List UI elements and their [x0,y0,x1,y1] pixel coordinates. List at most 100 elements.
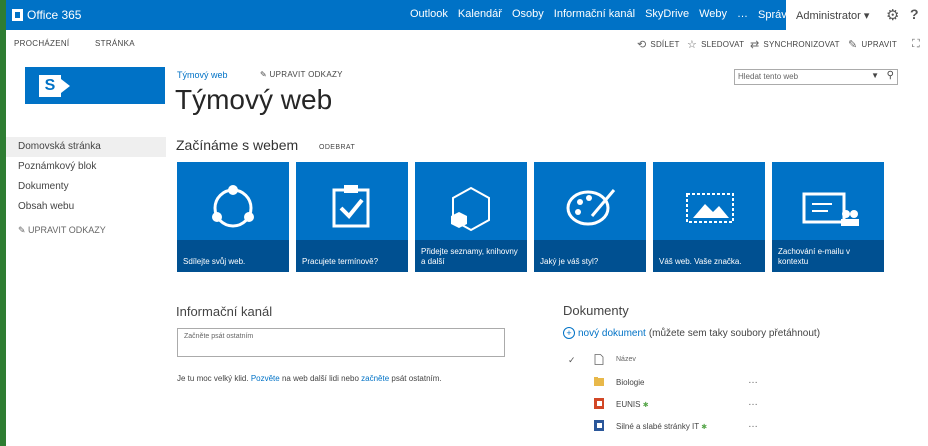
more-options-icon[interactable]: … [748,397,759,408]
tile-style[interactable]: Jaký je váš styl? [534,162,646,272]
leftnav-edit-links[interactable]: ✎ UPRAVIT ODKAZY [6,225,166,236]
tile-email-caption: Zachování e-mailu v kontextu [778,247,851,266]
site-logo[interactable]: S [25,67,165,104]
new-document-link[interactable]: nový dokument [578,328,646,339]
leftnav-item-documents[interactable]: Dokumenty [6,177,166,197]
edit-button[interactable]: ✎ UPRAVIT [848,38,897,51]
suite-nav-more[interactable]: … [737,8,748,21]
chevron-down-icon[interactable]: ▼ [871,71,879,80]
more-options-icon[interactable]: … [748,419,759,430]
search-input[interactable]: Hledat tento web ▼ ⚲ [734,69,898,85]
suite-nav-skydrive[interactable]: SkyDrive [645,8,689,21]
pencil-icon: ✎ [18,225,29,235]
page-title: Týmový web [175,84,333,115]
focus-button[interactable]: ⛶ [912,38,920,51]
document-name[interactable]: EUNIS [616,400,640,409]
tile-share[interactable]: Sdílejte svůj web. [177,162,289,272]
document-name[interactable]: Biologie [616,378,644,387]
feed-text-c: psát ostatním. [391,374,442,383]
suite-nav-sites[interactable]: Weby [699,8,727,21]
share-icon: ⟲ [637,39,647,51]
documents-heading: Dokumenty [563,303,629,318]
powerpoint-icon [594,398,604,409]
pencil-icon: ✎ [260,70,270,79]
documents-list: ✓ Název Biologie … EUNIS ✱ … Silné a sla… [563,350,793,438]
user-area: Administrator ▾ ⚙ ? [786,0,928,30]
new-item-icon: ✱ [642,402,649,409]
search-icon[interactable]: ⚲ [887,70,894,81]
sync-label: SYNCHRONIZOVAT [763,40,840,49]
word-icon [594,420,604,431]
tile-style-caption: Jaký je váš styl? [540,257,599,266]
suite-nav-outlook[interactable]: Outlook [410,8,448,21]
tile-brand[interactable]: Váš web. Vaše značka. [653,162,765,272]
share-button[interactable]: ⟲ SDÍLET [637,38,680,51]
tile-add-apps[interactable]: Přidejte seznamy, knihovny a další [415,162,527,272]
share-circle-icon [212,185,254,228]
suite-nav-people[interactable]: Osoby [512,8,544,21]
feed-text-a: Je tu moc velký klid. [177,374,249,383]
invite-link[interactable]: Pozvěte [251,374,280,383]
star-icon: ☆ [687,39,698,51]
sync-icon: ⇄ [750,39,760,51]
suite-nav-newsfeed[interactable]: Informační kanál [554,8,635,21]
header-edit-label: UPRAVIT ODKAZY [269,70,343,79]
edit-label: UPRAVIT [861,40,897,49]
leftnav-item-site-contents[interactable]: Obsah webu [6,197,166,217]
select-all-checkmark-icon[interactable]: ✓ [568,355,576,366]
leftnav-edit-label: UPRAVIT ODKAZY [28,225,106,235]
follow-label: SLEDOVAT [701,40,745,49]
office-logo-icon [12,9,23,21]
suite-bar: Office 365 Outlook Kalendář Osoby Inform… [6,0,928,30]
tab-browse[interactable]: PROCHÁZENÍ [14,39,69,48]
table-row[interactable]: Silné a slabé stránky IT ✱ … [563,416,793,438]
sharepoint-window: Office 365 Outlook Kalendář Osoby Inform… [6,0,928,446]
new-item-icon: ✱ [701,424,708,431]
leftnav-item-notebook[interactable]: Poznámkový blok [6,157,166,177]
getting-started-tiles: Sdílejte svůj web. Pracujete termínově? … [177,162,887,272]
newsfeed-post-input[interactable]: Začněte psát ostatním [177,328,505,357]
start-posting-link[interactable]: začněte [361,374,389,383]
more-options-icon[interactable]: … [748,375,759,386]
remove-getting-started-button[interactable]: ODEBRAT [319,144,355,151]
share-label: SDÍLET [650,40,680,49]
pencil-icon: ✎ [848,39,858,51]
tile-share-caption: Sdílejte svůj web. [183,257,246,266]
user-menu[interactable]: Administrator ▾ [796,9,869,22]
tile-deadline[interactable]: Pracujete termínově? [296,162,408,272]
folder-icon [594,377,604,386]
newsfeed-placeholder: Začněte psát ostatním [184,333,254,340]
follow-button[interactable]: ☆ SLEDOVAT [687,38,744,51]
drag-hint: (můžete sem taky soubory přetáhnout) [648,327,821,339]
picture-icon [686,193,734,223]
document-name[interactable]: Silné a slabé stránky IT [616,422,699,431]
tab-page[interactable]: STRÁNKA [95,39,135,48]
ribbon: PROCHÁZENÍ STRÁNKA ⟲ SDÍLET ☆ SLEDOVAT ⇄… [6,30,928,54]
newsfeed-empty-message: Je tu moc velký klid. Pozvěte na web dal… [177,374,442,383]
office365-brand[interactable]: Office 365 [12,8,81,22]
getting-started-heading: Začínáme s webem [176,137,299,153]
leftnav-item-home[interactable]: Domovská stránka [6,137,166,157]
breadcrumb[interactable]: Týmový web [177,70,228,80]
suite-nav-calendar[interactable]: Kalendář [458,8,502,21]
help-icon[interactable]: ? [910,6,919,22]
table-row[interactable]: Biologie … [563,372,793,394]
palette-icon [566,189,616,226]
suite-nav: Outlook Kalendář Osoby Informační kanál … [410,8,807,21]
file-type-icon [594,354,604,365]
table-row[interactable]: EUNIS ✱ … [563,394,793,416]
plus-circle-icon[interactable]: + [563,327,575,339]
quick-launch: Domovská stránka Poznámkový blok Dokumen… [6,137,166,236]
tile-brand-caption: Váš web. Vaše značka. [659,257,742,266]
search-placeholder: Hledat tento web [738,72,799,81]
sync-button[interactable]: ⇄ SYNCHRONIZOVAT [750,38,840,51]
column-header-name[interactable]: Název [616,356,636,363]
header-edit-links[interactable]: ✎ UPRAVIT ODKAZY [260,70,343,79]
clipboard-check-icon [332,185,370,228]
new-document-row: + nový dokument (můžete sem taky soubory… [563,327,820,339]
newsfeed-heading: Informační kanál [176,304,273,319]
tile-add-apps-caption: Přidejte seznamy, knihovny a další [421,247,518,266]
tile-email[interactable]: Zachování e-mailu v kontextu [772,162,884,272]
mail-people-icon [802,192,859,226]
gear-icon[interactable]: ⚙ [886,6,899,24]
